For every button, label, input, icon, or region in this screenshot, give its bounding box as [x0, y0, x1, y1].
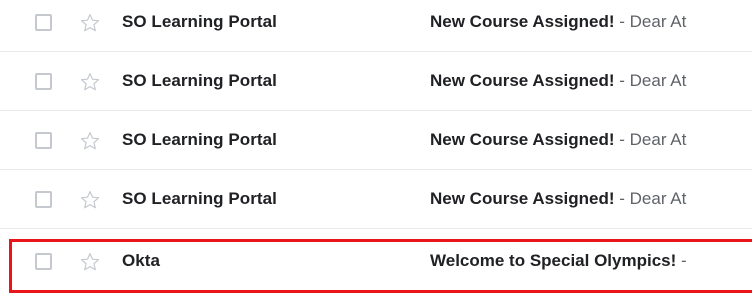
- subject-separator: -: [614, 12, 630, 31]
- star-icon[interactable]: [79, 251, 101, 273]
- subject-line: New Course Assigned! - Dear At: [430, 130, 752, 150]
- email-subject: New Course Assigned!: [430, 189, 615, 208]
- select-checkbox[interactable]: [35, 132, 52, 149]
- star-icon[interactable]: [79, 12, 101, 34]
- email-row-highlighted[interactable]: Okta Welcome to Special Olympics! -: [0, 239, 752, 291]
- email-snippet: Dear At: [629, 130, 687, 149]
- email-subject: New Course Assigned!: [430, 71, 615, 90]
- email-row[interactable]: SO Learning Portal New Course Assigned! …: [0, 177, 752, 229]
- select-checkbox[interactable]: [35, 14, 52, 31]
- email-row[interactable]: SO Learning Portal New Course Assigned! …: [0, 0, 752, 52]
- select-checkbox[interactable]: [35, 253, 52, 270]
- email-subject: New Course Assigned!: [430, 12, 615, 31]
- subject-separator: -: [676, 251, 687, 270]
- email-row[interactable]: SO Learning Portal New Course Assigned! …: [0, 59, 752, 111]
- email-snippet: Dear At: [629, 189, 687, 208]
- email-snippet: Dear At: [629, 71, 687, 90]
- sender-name: Okta: [122, 251, 160, 270]
- subject-separator: -: [614, 71, 630, 90]
- subject-separator: -: [614, 189, 630, 208]
- sender-name: SO Learning Portal: [122, 189, 277, 208]
- sender-name: SO Learning Portal: [122, 130, 277, 149]
- email-subject: New Course Assigned!: [430, 130, 615, 149]
- subject-line: Welcome to Special Olympics! -: [430, 251, 752, 271]
- email-row[interactable]: SO Learning Portal New Course Assigned! …: [0, 118, 752, 170]
- subject-line: New Course Assigned! - Dear At: [430, 12, 752, 32]
- email-subject: Welcome to Special Olympics!: [430, 251, 677, 270]
- star-icon[interactable]: [79, 71, 101, 93]
- star-icon[interactable]: [79, 130, 101, 152]
- subject-line: New Course Assigned! - Dear At: [430, 71, 752, 91]
- email-list: SO Learning Portal New Course Assigned! …: [0, 0, 752, 296]
- subject-line: New Course Assigned! - Dear At: [430, 189, 752, 209]
- sender-name: SO Learning Portal: [122, 71, 277, 90]
- star-icon[interactable]: [79, 189, 101, 211]
- sender-name: SO Learning Portal: [122, 12, 277, 31]
- subject-separator: -: [614, 130, 630, 149]
- select-checkbox[interactable]: [35, 73, 52, 90]
- email-snippet: Dear At: [629, 12, 687, 31]
- select-checkbox[interactable]: [35, 191, 52, 208]
